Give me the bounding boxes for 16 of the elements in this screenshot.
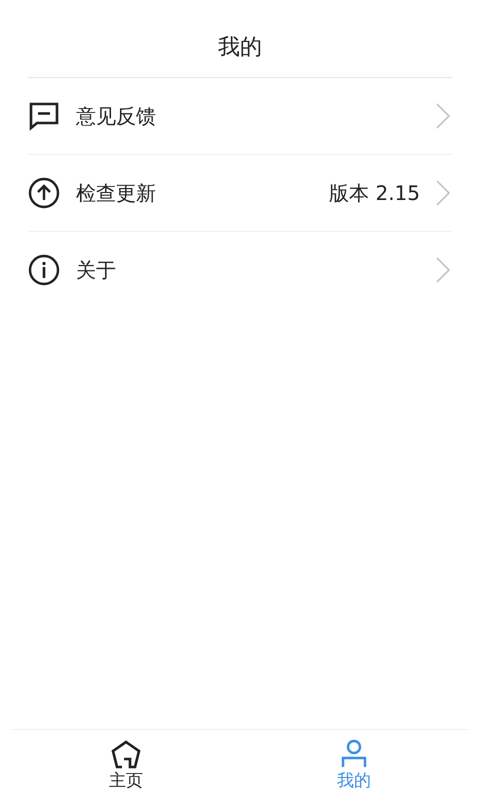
message-icon (28, 100, 60, 132)
menu-item[interactable]: 检查更新 版本 2.15 (28, 155, 452, 232)
chevron-icon (436, 180, 450, 206)
menu-item[interactable]: 关于 (28, 232, 452, 308)
menu-label: 关于 (76, 256, 117, 284)
upload-icon (28, 177, 60, 209)
menu-label: 意见反馈 (76, 102, 157, 130)
menu-label: 检查更新 (76, 180, 157, 206)
chevron-icon (436, 103, 450, 129)
menu-item[interactable]: 意见反馈 (28, 78, 452, 155)
page-title: 我的 (218, 34, 262, 62)
chevron-icon (436, 257, 450, 283)
home-icon (110, 738, 142, 768)
version-text: 版本 2.15 (329, 180, 420, 206)
info-icon (28, 254, 60, 286)
tab[interactable]: 主页 (12, 730, 240, 800)
